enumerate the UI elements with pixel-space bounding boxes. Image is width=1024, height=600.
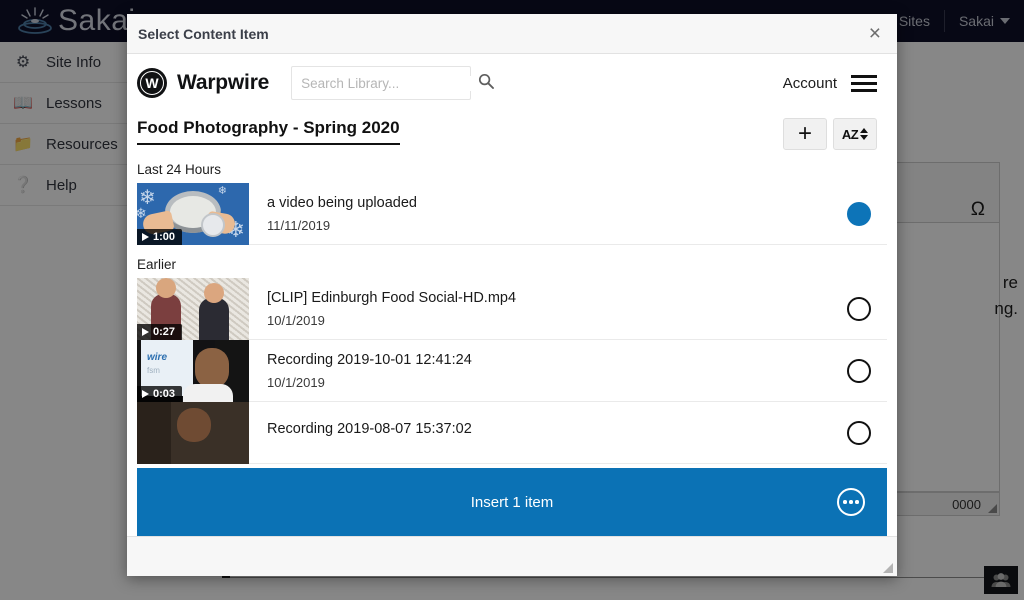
folder-actions: + AZ bbox=[783, 118, 877, 150]
account-menu-button[interactable]: Account bbox=[783, 75, 837, 92]
list-item-meta: Recording 2019-10-01 12:41:24 10/1/2019 bbox=[249, 352, 847, 390]
select-content-item-dialog: Select Content Item × W Warpwire Search … bbox=[127, 14, 897, 576]
video-thumbnail[interactable]: wire fsm 0:03 bbox=[137, 339, 249, 402]
search-input[interactable] bbox=[301, 75, 479, 91]
list-item-title: a video being uploaded bbox=[267, 194, 417, 211]
list-item-meta: Recording 2019-08-07 15:37:02 bbox=[249, 421, 847, 444]
play-icon bbox=[142, 327, 149, 336]
close-icon[interactable]: × bbox=[869, 23, 881, 44]
list-item-date: 10/1/2019 bbox=[267, 312, 325, 328]
warpwire-brand-name: Warpwire bbox=[177, 71, 270, 94]
dialog-footer bbox=[127, 536, 897, 576]
sort-az-icon: AZ bbox=[841, 126, 869, 142]
warpwire-logo-icon: W bbox=[137, 68, 167, 98]
video-thumbnail[interactable]: 0:27 bbox=[137, 277, 249, 340]
search-library-box[interactable] bbox=[291, 66, 495, 100]
list-item-title: Recording 2019-10-01 12:41:24 bbox=[267, 351, 472, 368]
warpwire-logo-letter: W bbox=[145, 75, 159, 91]
select-radio[interactable] bbox=[847, 296, 871, 321]
list-item[interactable]: Recording 2019-08-07 15:37:02 bbox=[137, 401, 887, 464]
dialog-header: Select Content Item × bbox=[127, 14, 897, 54]
folder-title[interactable]: Food Photography - Spring 2020 bbox=[137, 118, 400, 145]
section-label-earlier: Earlier bbox=[137, 257, 177, 272]
insert-items-button[interactable]: Insert 1 item bbox=[137, 468, 887, 536]
video-thumbnail[interactable] bbox=[137, 401, 249, 464]
add-media-button[interactable]: + bbox=[783, 118, 827, 150]
dialog-resize-handle[interactable] bbox=[883, 563, 893, 573]
list-item-meta: [CLIP] Edinburgh Food Social-HD.mp4 10/1… bbox=[249, 290, 847, 328]
list-item-date: 11/11/2019 bbox=[267, 217, 331, 233]
plus-icon: + bbox=[797, 120, 812, 147]
select-radio[interactable] bbox=[847, 358, 871, 383]
duration-badge: 0:03 bbox=[137, 385, 183, 402]
list-item-title: [CLIP] Edinburgh Food Social-HD.mp4 bbox=[267, 289, 517, 306]
list-item[interactable]: 0:27 [CLIP] Edinburgh Food Social-HD.mp4… bbox=[137, 277, 887, 340]
duration-text: 1:00 bbox=[153, 230, 176, 243]
warpwire-header-right: Account bbox=[783, 74, 877, 92]
select-radio[interactable] bbox=[847, 420, 871, 445]
folder-title-row: Food Photography - Spring 2020 + AZ bbox=[127, 112, 897, 150]
play-icon bbox=[142, 232, 149, 241]
list-item-date: 10/1/2019 bbox=[267, 374, 325, 390]
duration-badge: 1:00 bbox=[137, 228, 183, 245]
media-list-earlier: 0:27 [CLIP] Edinburgh Food Social-HD.mp4… bbox=[127, 277, 897, 464]
select-radio-selected[interactable] bbox=[847, 201, 871, 226]
list-item-title: Recording 2019-08-07 15:37:02 bbox=[267, 421, 472, 437]
duration-text: 0:03 bbox=[153, 387, 176, 400]
insert-label: Insert 1 item bbox=[470, 493, 554, 511]
duration-text: 0:27 bbox=[153, 325, 176, 338]
list-item[interactable]: ❄ ❄ ❄ ❄ 1:00 a video being uploaded 11/1… bbox=[137, 182, 887, 245]
warpwire-iframe: W Warpwire Account bbox=[127, 54, 897, 536]
video-thumbnail[interactable]: ❄ ❄ ❄ ❄ 1:00 bbox=[137, 182, 249, 245]
list-item-meta: a video being uploaded 11/11/2019 bbox=[249, 195, 847, 233]
hamburger-menu-icon[interactable] bbox=[851, 74, 877, 92]
sort-label: AZ bbox=[841, 126, 859, 142]
search-icon[interactable] bbox=[478, 73, 495, 93]
warpwire-brand[interactable]: W Warpwire bbox=[137, 68, 269, 98]
media-list-last-24-hours: ❄ ❄ ❄ ❄ 1:00 a video being uploaded 11/1… bbox=[127, 182, 897, 245]
sort-button[interactable]: AZ bbox=[833, 118, 877, 150]
section-label-last-24-hours: Last 24 Hours bbox=[137, 162, 222, 177]
more-options-icon[interactable] bbox=[837, 488, 865, 516]
sort-arrows-icon bbox=[860, 128, 869, 140]
duration-badge: 0:27 bbox=[137, 323, 183, 340]
warpwire-header: W Warpwire Account bbox=[127, 54, 897, 112]
dialog-title: Select Content Item bbox=[138, 25, 269, 42]
list-item[interactable]: wire fsm 0:03 Recording 2019-10-01 12:41… bbox=[137, 339, 887, 402]
play-icon bbox=[142, 389, 149, 398]
